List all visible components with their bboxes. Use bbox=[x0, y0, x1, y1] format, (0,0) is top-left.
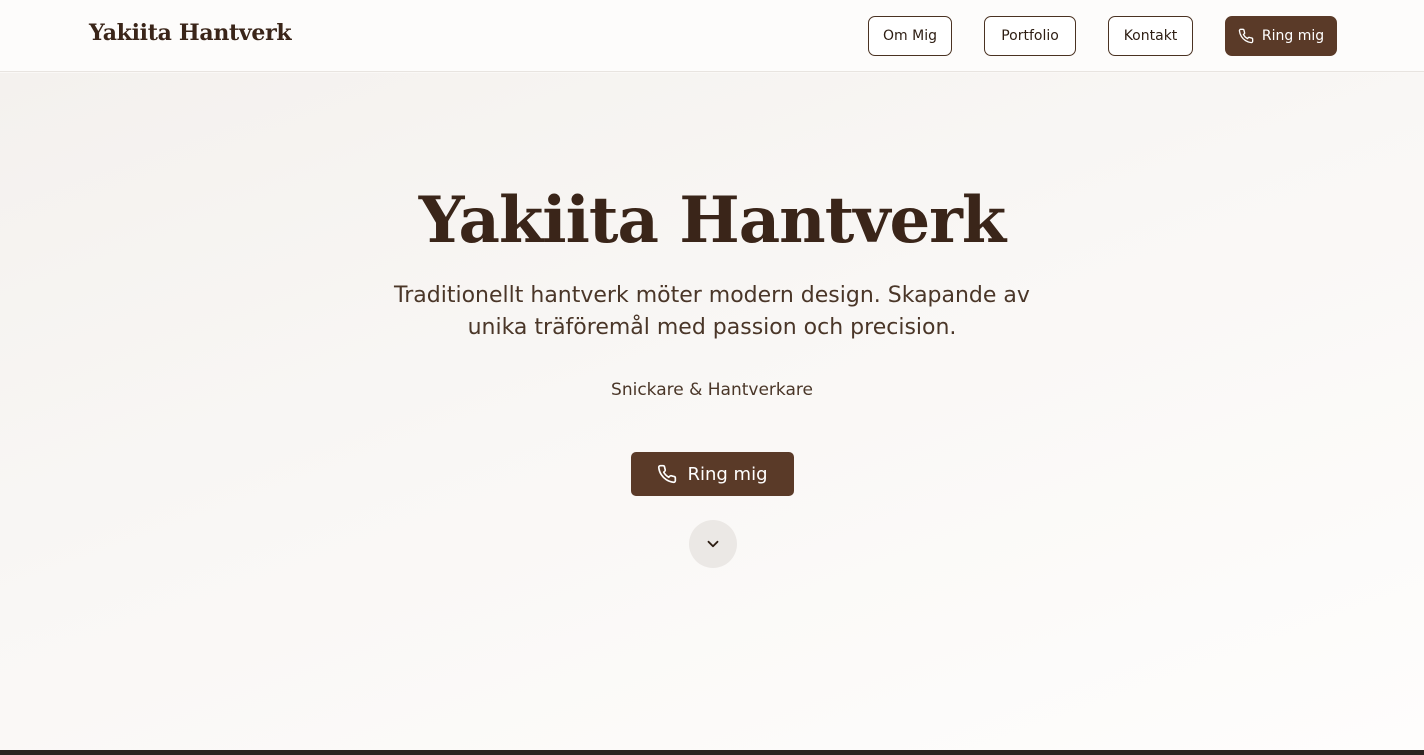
hero-subtitle: Traditionellt hantverk möter modern desi… bbox=[394, 283, 1030, 340]
scroll-down-button[interactable] bbox=[689, 520, 737, 568]
hero-call-button[interactable]: Ring mig bbox=[631, 452, 794, 496]
nav-call-label: Ring mig bbox=[1261, 28, 1325, 44]
phone-icon bbox=[657, 464, 677, 484]
hero-call-label: Ring mig bbox=[687, 463, 768, 485]
site-logo-text[interactable]: Yakiita Hantverk bbox=[89, 20, 292, 46]
hero-title: Yakiita Hantverk bbox=[418, 183, 1006, 258]
nav-call-button[interactable]: Ring mig bbox=[1225, 16, 1337, 56]
nav-kontakt-button[interactable]: Kontakt bbox=[1108, 16, 1193, 56]
next-section-edge bbox=[0, 750, 1424, 755]
nav-portfolio-label: Portfolio bbox=[1001, 28, 1059, 44]
nav-kontakt-label: Kontakt bbox=[1123, 28, 1178, 44]
hero-section: Yakiita Hantverk Traditionellt hantverk … bbox=[0, 73, 1424, 750]
site-header: Yakiita Hantverk Om Mig Portfolio Kontak… bbox=[0, 0, 1424, 72]
nav-portfolio-button[interactable]: Portfolio bbox=[984, 16, 1076, 56]
nav-om-mig-label: Om Mig bbox=[883, 28, 937, 44]
nav-om-mig-button[interactable]: Om Mig bbox=[868, 16, 952, 56]
phone-icon bbox=[1238, 28, 1254, 44]
hero-role-text: Snickare & Hantverkare bbox=[611, 380, 813, 400]
chevron-down-icon bbox=[704, 535, 722, 553]
